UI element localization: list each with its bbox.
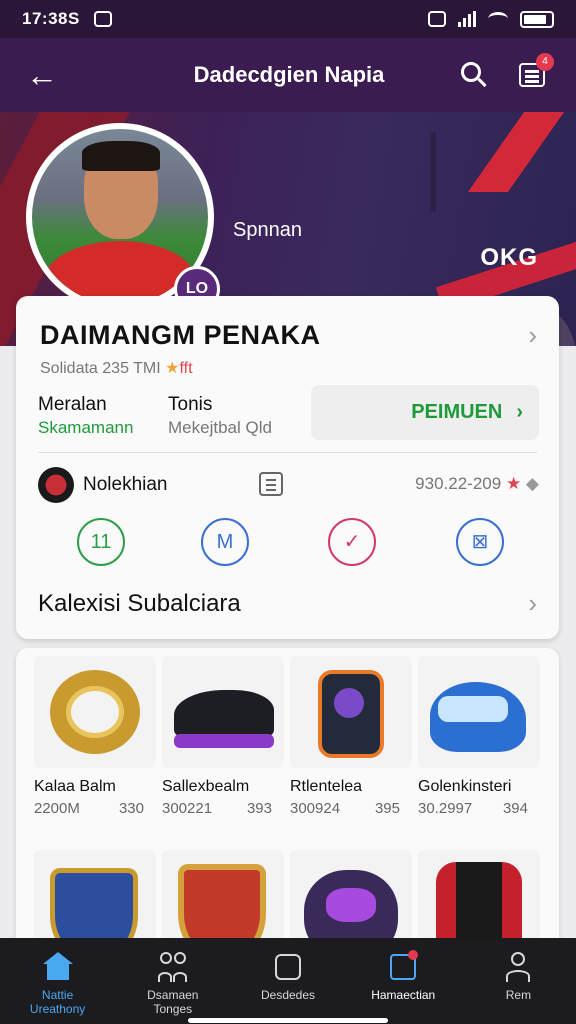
home-indicator bbox=[188, 1018, 388, 1023]
notifications-button[interactable]: 4 bbox=[516, 53, 554, 91]
profile-card: DAIMANGM PENAKA › Solidata 235 TMI ★fft … bbox=[16, 296, 559, 639]
item-name: Golenkinsteri bbox=[418, 778, 512, 795]
player-name: DAIMANGM PENAKA bbox=[40, 320, 321, 350]
club-logo-icon bbox=[38, 467, 74, 503]
stat-value: Mekejtbal Qld bbox=[168, 418, 272, 437]
stat-value: Skamamann bbox=[38, 418, 134, 437]
hero-name: Spnnan bbox=[233, 219, 302, 241]
item-qty: 393 bbox=[246, 800, 272, 817]
item-price: 300221 bbox=[162, 800, 213, 817]
helmet-icon bbox=[418, 656, 540, 768]
item-card[interactable]: Sallexbealm 300221 393 bbox=[162, 656, 284, 817]
stat-heading: Meralan bbox=[38, 394, 107, 415]
item-card[interactable]: Rtlentelea 300924 395 bbox=[290, 656, 412, 817]
ring-icon bbox=[34, 656, 156, 768]
item-name: Kalaa Balm bbox=[34, 778, 116, 795]
item-name: Sallexbealm bbox=[162, 778, 250, 795]
shoe-icon bbox=[162, 656, 284, 768]
nav-item-home[interactable]: Nattie Ureathony bbox=[0, 938, 115, 1024]
action-circle-3[interactable]: ✓ bbox=[328, 518, 376, 566]
club-stat: 930.22-209 ★ ◆ bbox=[415, 474, 539, 494]
nav-item-teams[interactable]: Dsamaen Tonges bbox=[115, 938, 230, 1024]
notification-badge: 4 bbox=[536, 53, 554, 71]
nav-label: Desdedes bbox=[260, 988, 316, 1002]
item-price: 30.2997 bbox=[418, 800, 473, 817]
edit-icon bbox=[388, 950, 419, 982]
search-icon bbox=[461, 62, 481, 82]
action-circle-1[interactable]: 11 bbox=[77, 518, 125, 566]
divider bbox=[38, 452, 537, 453]
chevron-right-icon[interactable]: › bbox=[528, 320, 537, 351]
player-hair bbox=[82, 141, 160, 171]
item-qty: 394 bbox=[502, 800, 528, 817]
item-qty: 395 bbox=[374, 800, 400, 817]
item-qty: 330 bbox=[118, 800, 144, 817]
club-name: Nolekhian bbox=[83, 474, 168, 495]
banner-stripe bbox=[467, 112, 565, 192]
nav-label: Hamaectian bbox=[371, 988, 436, 1002]
item-card[interactable]: Kalaa Balm 2200M 330 bbox=[34, 656, 156, 817]
people-icon bbox=[157, 952, 188, 982]
nav-label: Nattie Ureathony bbox=[29, 988, 86, 1016]
search-button[interactable] bbox=[458, 59, 490, 91]
nav-item-profile[interactable]: Rem bbox=[461, 938, 576, 1024]
item-card[interactable]: Golenkinsteri 30.2997 394 bbox=[418, 656, 540, 817]
player-subtitle: Solidata 235 TMI ★fft bbox=[40, 358, 193, 378]
star-icon: ★ bbox=[505, 474, 522, 493]
stat-heading: Tonis bbox=[168, 394, 213, 415]
collection-grid: Kalaa Balm 2200M 330 Sallexbealm 300221 39… bbox=[16, 648, 559, 962]
action-circle-4[interactable]: ⊠ bbox=[456, 518, 504, 566]
item-price: 2200M bbox=[34, 800, 80, 817]
user-icon bbox=[503, 952, 533, 982]
nav-label: Rem bbox=[505, 988, 532, 1002]
nav-item-squares[interactable]: Desdedes bbox=[230, 938, 345, 1024]
tag-icon: ◆ bbox=[525, 474, 539, 493]
app-bar: ← Dadecdgien Napia 4 bbox=[0, 38, 576, 112]
vibrate-icon bbox=[428, 11, 446, 27]
item-price-row: 2200M 330 bbox=[34, 800, 156, 817]
primary-action-label: PEIMUEN bbox=[411, 401, 503, 423]
primary-action-button[interactable]: PEIMUEN › bbox=[311, 385, 539, 440]
item-name: Rtlentelea bbox=[290, 778, 363, 795]
camera-icon bbox=[93, 11, 112, 27]
item-price: 300924 bbox=[290, 800, 341, 817]
nav-label: Dsamaen Tonges bbox=[147, 988, 199, 1016]
hero-logo: OKG bbox=[480, 244, 538, 271]
subtitle-text: Solidata 235 TMI bbox=[40, 360, 161, 377]
back-button[interactable]: ← bbox=[0, 57, 84, 94]
wifi-icon bbox=[488, 12, 508, 26]
subtitle-suffix: fft bbox=[179, 360, 193, 377]
chevron-right-icon: › bbox=[516, 401, 523, 423]
nav-item-edit[interactable]: Hamaectian bbox=[346, 938, 461, 1024]
chevron-right-icon[interactable]: › bbox=[528, 588, 537, 619]
item-price-row: 30.2997 394 bbox=[418, 800, 540, 817]
square-icon bbox=[273, 952, 303, 982]
page-title: Dadecdgien Napia bbox=[193, 62, 385, 87]
backpack-icon bbox=[290, 656, 412, 768]
collection-title: Kalexisi Subalciara bbox=[38, 590, 241, 617]
palm-tree-silhouette bbox=[430, 132, 436, 212]
star-icon: ★ bbox=[165, 360, 180, 377]
signal-icon bbox=[458, 11, 476, 27]
home-icon bbox=[42, 952, 73, 982]
item-price-row: 300221 393 bbox=[162, 800, 284, 817]
club-stat-value: 930.22-209 bbox=[415, 474, 502, 493]
document-icon[interactable] bbox=[259, 472, 283, 496]
status-time: 17:38S bbox=[22, 9, 80, 28]
action-circle-2[interactable]: M bbox=[201, 518, 249, 566]
battery-icon bbox=[520, 10, 554, 28]
item-price-row: 300924 395 bbox=[290, 800, 412, 817]
avatar[interactable]: LO bbox=[26, 123, 220, 312]
status-icons bbox=[428, 10, 554, 28]
bottom-nav: Nattie Ureathony Dsamaen Tonges Desdedes… bbox=[0, 938, 576, 1024]
status-bar: 17:38S bbox=[0, 0, 576, 38]
